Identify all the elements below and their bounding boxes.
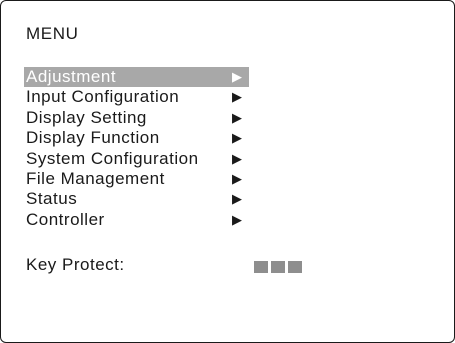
key-protect-label: Key Protect: [26,255,125,274]
menu-item-label: File Management [26,168,165,188]
indicator-block [271,261,285,273]
menu-item-display-function[interactable]: Display Function ▶ [24,128,249,148]
submenu-arrow-icon: ▶ [232,211,243,227]
submenu-arrow-icon: ▶ [232,89,243,105]
menu-list: Adjustment ▶ Input Configuration ▶ Displ… [24,67,249,230]
submenu-arrow-icon: ▶ [232,69,243,84]
menu-title: MENU [26,24,79,43]
submenu-arrow-icon: ▶ [232,191,243,207]
menu-screen: MENU Adjustment ▶ Input Configuration ▶ … [0,0,455,343]
menu-item-input-configuration[interactable]: Input Configuration ▶ [24,87,249,107]
key-protect-indicator [254,261,302,273]
menu-item-adjustment[interactable]: Adjustment ▶ [24,67,249,88]
menu-item-label: Controller [26,209,105,229]
submenu-arrow-icon: ▶ [232,130,243,146]
menu-item-label: Display Function [26,128,160,148]
submenu-arrow-icon: ▶ [232,150,243,166]
indicator-block [288,261,302,273]
menu-item-label: Adjustment [26,67,117,86]
submenu-arrow-icon: ▶ [232,170,243,186]
menu-item-system-configuration[interactable]: System Configuration ▶ [24,149,249,169]
menu-item-display-setting[interactable]: Display Setting ▶ [24,108,249,128]
menu-item-label: Input Configuration [26,87,180,107]
menu-item-status[interactable]: Status ▶ [24,189,249,209]
menu-item-file-management[interactable]: File Management ▶ [24,169,249,189]
menu-item-controller[interactable]: Controller ▶ [24,210,249,230]
menu-item-label: Status [26,189,78,209]
indicator-block [254,261,268,273]
menu-item-label: System Configuration [26,148,199,168]
menu-item-label: Display Setting [26,107,147,127]
submenu-arrow-icon: ▶ [232,109,243,125]
